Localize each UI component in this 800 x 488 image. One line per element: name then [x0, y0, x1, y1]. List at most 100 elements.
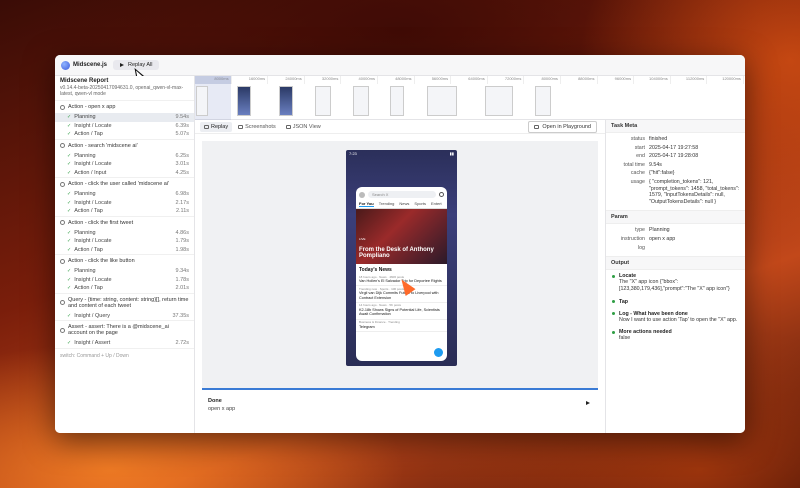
- kv-row: cache {"hit":false}: [606, 169, 745, 178]
- task-step-duration: 2.17s: [175, 199, 189, 206]
- news-title: Virgil van Dijk Commits Future to Liverp…: [359, 291, 439, 300]
- task-step-duration: 4.86s: [175, 229, 189, 236]
- task-step-label: ✓ Action / Tap: [67, 208, 103, 214]
- task-step-name: Insight / Locate: [74, 276, 112, 283]
- task-step-duration: 1.79s: [175, 238, 189, 245]
- task-header[interactable]: Action - search 'midscene ai': [55, 138, 194, 152]
- news-item: Business & Finance · Trending Telegram: [356, 320, 447, 332]
- check-icon: ✓: [67, 131, 72, 138]
- task-step[interactable]: ✓ Action / Input 4.25s: [55, 169, 194, 178]
- task-step-label: ✓ Action / Tap: [67, 247, 103, 253]
- playground-icon: [534, 124, 540, 129]
- task-step[interactable]: ✓ Action / Tap 2.11s: [55, 207, 194, 216]
- timeline-thumbnail[interactable]: [279, 86, 293, 116]
- task-header[interactable]: Action - open x app: [55, 100, 194, 113]
- task-header[interactable]: Query - {time: string, content: string}[…: [55, 292, 194, 312]
- check-icon: ✓: [67, 114, 72, 121]
- timeline-thumbnail[interactable]: [237, 86, 251, 116]
- task-step[interactable]: ✓ Planning 6.98s: [55, 190, 194, 199]
- check-icon: ✓: [67, 312, 72, 319]
- task-step-label: ✓ Action / Tap: [67, 131, 103, 137]
- timeline-tick: 64000ms: [451, 76, 488, 84]
- task-step-label: ✓ Insight / Locate: [67, 200, 112, 206]
- kv-value: 2025-04-17 19:27:58: [649, 144, 699, 151]
- task-step-name: Planning: [74, 191, 96, 198]
- kv-value: 9.54s: [649, 161, 662, 168]
- task-step-name: Planning: [74, 152, 96, 159]
- timeline-thumbnail[interactable]: [353, 86, 369, 116]
- task-step-duration: 1.98s: [175, 246, 189, 253]
- task-step[interactable]: ✓ Planning 9.54s: [55, 113, 194, 122]
- x-tab: Trending: [378, 201, 395, 206]
- replay-stage: 7:23 ▮▮ Search X For You Trending News Spor…: [202, 141, 598, 388]
- kv-row: type Planning: [606, 226, 745, 235]
- check-icon: ✓: [67, 340, 72, 347]
- timeline[interactable]: 8000ms 16000ms 24000ms 32000ms 40000ms 48000m…: [195, 76, 745, 120]
- task-header[interactable]: Action - click the user called 'midscene…: [55, 177, 194, 190]
- task-step[interactable]: ✓ Insight / Locate 6.39s: [55, 122, 194, 131]
- check-icon: ✓: [67, 238, 72, 245]
- check-icon: ✓: [67, 152, 72, 159]
- task-status-icon: [60, 300, 65, 305]
- task-header[interactable]: Assert - assert: There is a @midscene_ai…: [55, 320, 194, 339]
- task-step-name: Action / Tap: [74, 285, 103, 292]
- task-step[interactable]: ✓ Planning 9.34s: [55, 267, 194, 276]
- timeline-tick: 112000ms: [671, 76, 708, 84]
- output-title: Output: [606, 256, 745, 271]
- hero-title: From the Desk of Anthony Pompliano: [359, 246, 434, 260]
- output-item: Tap: [606, 296, 745, 308]
- open-in-playground-button[interactable]: Open in Playground: [528, 120, 597, 133]
- task-step-duration: 6.98s: [175, 191, 189, 198]
- tab-screenshots[interactable]: Screenshots: [234, 122, 280, 132]
- kv-row: instruction open x app: [606, 235, 745, 244]
- task-step[interactable]: ✓ Insight / Locate 1.79s: [55, 237, 194, 246]
- task-step[interactable]: ✓ Action / Tap 5.07s: [55, 130, 194, 139]
- check-icon: ✓: [67, 191, 72, 198]
- timeline-thumbnail[interactable]: [390, 86, 404, 116]
- task-step-name: Insight / Assert: [74, 340, 111, 347]
- timeline-tick: 56000ms: [415, 76, 452, 84]
- task-header[interactable]: Action - click the like button: [55, 254, 194, 267]
- timeline-thumbnail[interactable]: [196, 86, 208, 116]
- app-logo: Midscene.js: [61, 60, 107, 70]
- task-status-icon: [60, 327, 65, 333]
- task-step[interactable]: ✓ Action / Tap 1.98s: [55, 246, 194, 255]
- timeline-thumbnail[interactable]: [485, 86, 513, 116]
- replay-progress-bar[interactable]: [202, 388, 598, 390]
- task-step[interactable]: ✓ Insight / Query 37.35s: [55, 312, 194, 321]
- task-step-duration: 9.34s: [175, 268, 189, 275]
- check-icon: ✓: [67, 229, 72, 236]
- kv-row: end 2025-04-17 19:28:08: [606, 152, 745, 161]
- play-icon[interactable]: [586, 401, 590, 405]
- timeline-tick: 32000ms: [305, 76, 342, 84]
- timeline-thumbnail[interactable]: [427, 86, 457, 116]
- tab-replay-label: Replay: [211, 123, 229, 130]
- kv-key: instruction: [620, 236, 645, 243]
- task-step[interactable]: ✓ Insight / Locate 2.17s: [55, 199, 194, 208]
- timeline-thumbnail[interactable]: [535, 86, 551, 116]
- task-step[interactable]: ✓ Planning 4.86s: [55, 229, 194, 238]
- tab-json-view[interactable]: JSON View: [282, 122, 325, 132]
- timeline-thumbnail[interactable]: [315, 86, 331, 116]
- task-step-label: ✓ Insight / Locate: [67, 123, 112, 129]
- kv-key: cache: [630, 170, 645, 177]
- tab-replay[interactable]: Replay: [200, 121, 233, 132]
- tab-screenshots-label: Screenshots: [245, 123, 276, 130]
- task-step[interactable]: ✓ Action / Tap 2.01s: [55, 284, 194, 293]
- task-step-duration: 6.25s: [175, 152, 189, 159]
- check-icon: ✓: [67, 161, 72, 168]
- open-in-playground-label: Open in Playground: [542, 123, 591, 130]
- task-step-name: Insight / Locate: [74, 161, 112, 168]
- task-header[interactable]: Action - click the first tweet: [55, 215, 194, 229]
- task-step[interactable]: ✓ Insight / Assert 2.72s: [55, 339, 194, 348]
- compose-icon: [434, 348, 443, 357]
- task-step-name: Insight / Locate: [74, 199, 112, 206]
- output-item: More actions needed false: [606, 326, 745, 345]
- task-title: Action - click the first tweet: [68, 219, 134, 226]
- task-step-label: ✓ Insight / Locate: [67, 238, 112, 244]
- task-step[interactable]: ✓ Insight / Locate 1.78s: [55, 276, 194, 285]
- task-step[interactable]: ✓ Planning 6.25s: [55, 152, 194, 161]
- task-step[interactable]: ✓ Insight / Locate 3.01s: [55, 160, 194, 169]
- output-item: Log - What have been done Now I want to u…: [606, 308, 745, 327]
- x-tab: Entert: [430, 201, 442, 206]
